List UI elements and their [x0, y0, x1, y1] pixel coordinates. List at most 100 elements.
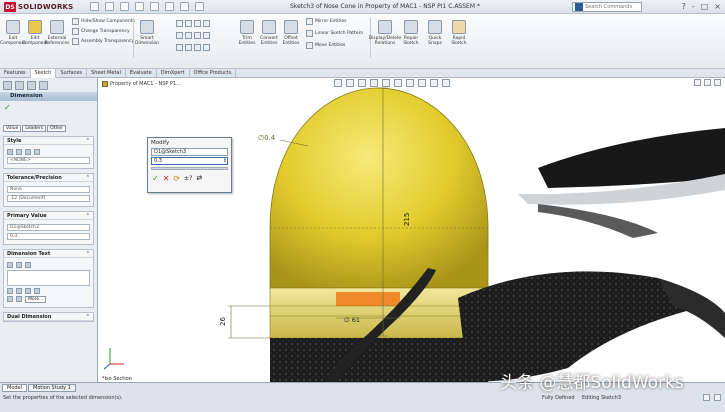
style-select[interactable]: <NONE> [7, 157, 90, 164]
style-update-icon[interactable] [16, 149, 22, 155]
thumbwheel-slider[interactable] [151, 167, 228, 170]
collapse-icon[interactable]: ⌃ [86, 251, 90, 257]
linear-pattern-button[interactable]: Linear Sketch Pattern [306, 30, 363, 37]
save-icon[interactable] [120, 2, 129, 11]
smart-dimension-button[interactable]: Smart Dimension [135, 20, 159, 46]
print-icon[interactable] [135, 2, 144, 11]
new-document-icon[interactable] [90, 2, 99, 11]
viewport-restore-icon[interactable] [704, 79, 711, 86]
rebuild-icon[interactable] [180, 2, 189, 11]
collapse-icon[interactable]: ⌃ [86, 314, 90, 320]
minimize-button[interactable]: - [692, 2, 695, 11]
tab-surfaces[interactable]: Surfaces [56, 69, 88, 78]
edit-component-button[interactable]: Edit Component [22, 20, 48, 46]
view-orientation-icon[interactable] [382, 79, 390, 87]
previous-view-icon[interactable] [358, 79, 366, 87]
spin-arrows-icon[interactable]: ⇕ [223, 158, 227, 164]
ok-check-icon[interactable]: ✓ [0, 101, 97, 115]
counterbore-icon[interactable] [7, 296, 13, 302]
reverse-direction-icon[interactable]: ⇄ [196, 174, 202, 183]
external-references-button[interactable]: External References [45, 20, 70, 46]
assembly-transparency-button[interactable]: Assembly Transparency [72, 38, 134, 45]
tab-sheet-metal[interactable]: Sheet Metal [87, 69, 126, 78]
tab-motion-study-1[interactable]: Motion Study 1 [28, 384, 76, 392]
text-left-icon[interactable] [7, 262, 13, 268]
exit-component-button[interactable]: Exit Component [0, 20, 26, 46]
apply-scene-icon[interactable] [430, 79, 438, 87]
dual-dimension-checkbox[interactable]: Dual Dimension [7, 314, 51, 320]
tab-sketch[interactable]: Sketch [30, 69, 57, 78]
sketch-entities-row-1[interactable] [176, 20, 210, 27]
dimension-text-area[interactable] [7, 270, 90, 286]
collapse-icon[interactable]: ⌃ [86, 213, 90, 219]
tab-other[interactable]: Other [47, 125, 66, 132]
convert-entities-button[interactable]: Convert Entities [258, 20, 280, 46]
section-view-icon[interactable] [370, 79, 378, 87]
units-icon[interactable] [703, 394, 710, 401]
property-manager-icon[interactable] [15, 81, 24, 90]
rebuild-icon[interactable]: ⟳ [173, 174, 180, 183]
change-transparency-button[interactable]: Change Transparency [72, 28, 130, 35]
configuration-manager-icon[interactable] [27, 81, 36, 90]
diameter-symbol-icon[interactable] [7, 288, 13, 294]
offset-entities-button[interactable]: Offset Entities [280, 20, 302, 46]
undo-icon[interactable] [150, 2, 159, 11]
tab-evaluate[interactable]: Evaluate [126, 69, 157, 78]
solidworks-logo[interactable]: DS SOLIDWORKS [4, 2, 73, 12]
plus-minus-icon[interactable] [25, 288, 31, 294]
quick-snaps-button[interactable]: Quick Snaps [424, 20, 446, 46]
move-entities-button[interactable]: Move Entities [306, 42, 345, 49]
display-delete-relations-button[interactable]: Display/Delete Relations [369, 20, 401, 46]
hide-show-items-icon[interactable] [406, 79, 414, 87]
options-icon[interactable] [195, 2, 204, 11]
tolerance-type-select[interactable]: None [7, 186, 90, 193]
style-add-icon[interactable] [25, 149, 31, 155]
view-settings-icon[interactable] [442, 79, 450, 87]
tab-model[interactable]: Model [2, 384, 28, 392]
sketch-entities-row-3[interactable] [176, 44, 210, 51]
model-scene[interactable]: 215 ∅0.4 26 ∅ 61 [98, 78, 725, 382]
hide-show-components-button[interactable]: Hide/Show Components [72, 18, 135, 25]
repair-sketch-button[interactable]: Repair Sketch [400, 20, 422, 46]
cancel-button[interactable]: ✕ [163, 174, 170, 183]
degree-symbol-icon[interactable] [16, 288, 22, 294]
tab-dimxpert[interactable]: DimXpert [157, 69, 190, 78]
search-commands-input[interactable] [585, 3, 639, 11]
zoom-to-area-icon[interactable] [346, 79, 354, 87]
mirror-entities-button[interactable]: Mirror Entities [306, 18, 347, 25]
display-style-icon[interactable] [394, 79, 402, 87]
centerline-icon[interactable] [34, 288, 40, 294]
tab-value[interactable]: Value [3, 125, 22, 132]
style-delete-icon[interactable] [34, 149, 40, 155]
rapid-sketch-button[interactable]: Rapid Sketch [448, 20, 470, 46]
collapse-icon[interactable]: ⌃ [86, 175, 90, 181]
tab-leaders[interactable]: Leaders [22, 125, 47, 132]
dimxpert-manager-icon[interactable] [39, 81, 48, 90]
modify-value-input[interactable]: 0.3 ⇕ [151, 157, 228, 165]
text-center-icon[interactable] [16, 262, 22, 268]
open-document-icon[interactable] [105, 2, 114, 11]
graphics-area[interactable]: 215 ∅0.4 26 ∅ 61 Property of MAC1 - NSP … [98, 78, 725, 382]
collapse-icon[interactable]: ⌃ [86, 138, 90, 144]
help-icon[interactable] [714, 394, 721, 401]
depth-icon[interactable]: More... [25, 296, 47, 303]
viewport-minimize-icon[interactable] [694, 79, 701, 86]
mark-for-drawing-icon[interactable]: ±? [184, 174, 192, 183]
dimension-value-field[interactable]: 0.3 [7, 233, 90, 240]
sketch-entities-row-2[interactable] [176, 32, 210, 39]
ok-button[interactable]: ✓ [152, 174, 159, 183]
tab-office-products[interactable]: Office Products [190, 69, 237, 78]
feature-tree-flyout[interactable]: Property of MAC1 - NSP P1... [102, 81, 181, 87]
countersink-icon[interactable] [16, 296, 22, 302]
tab-features[interactable]: Features [0, 69, 31, 78]
search-commands-box[interactable] [572, 2, 642, 12]
feature-tree-icon[interactable] [3, 81, 12, 90]
maximize-button[interactable]: □ [701, 2, 709, 11]
zoom-to-fit-icon[interactable] [334, 79, 342, 87]
unit-precision-select[interactable]: .12 (Document) [7, 195, 90, 202]
style-apply-icon[interactable] [7, 149, 13, 155]
help-button[interactable]: ? [682, 2, 686, 11]
trim-entities-button[interactable]: Trim Entities [236, 20, 258, 46]
text-right-icon[interactable] [25, 262, 31, 268]
select-icon[interactable] [165, 2, 174, 11]
